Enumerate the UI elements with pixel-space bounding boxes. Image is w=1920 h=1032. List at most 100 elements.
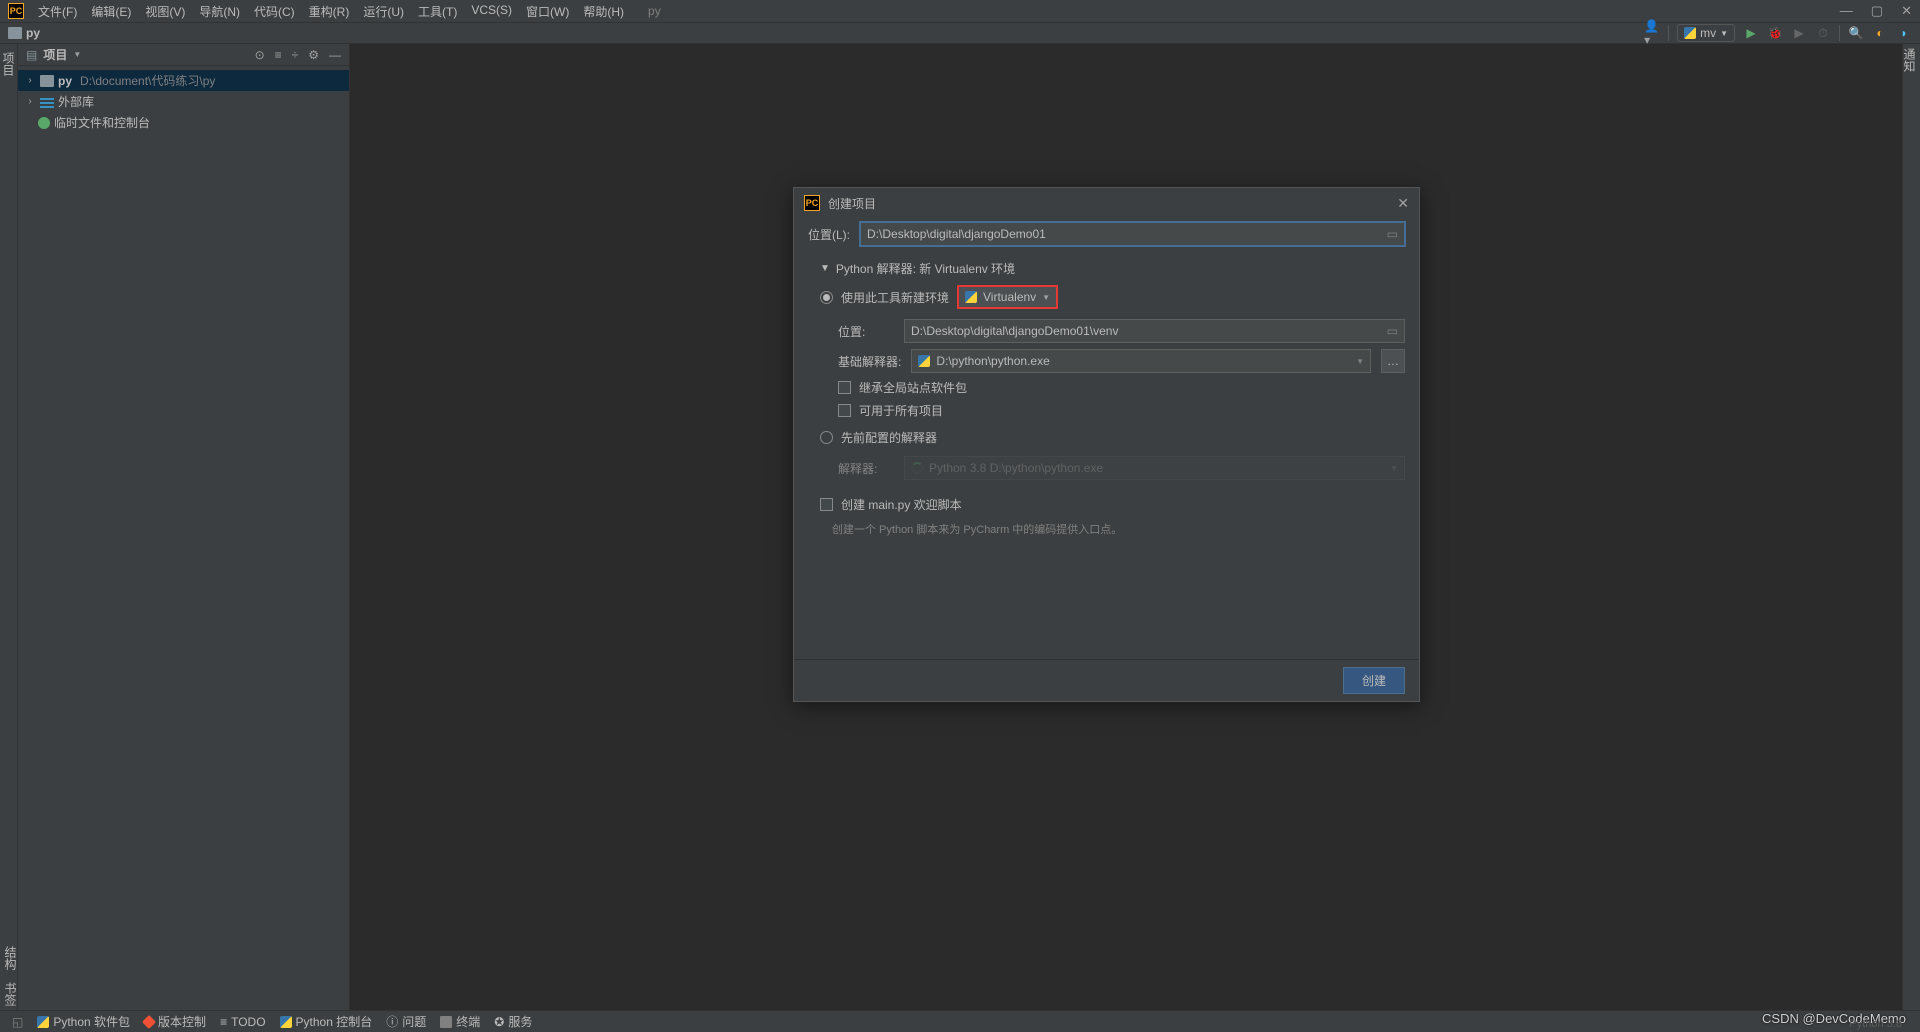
project-tool-window: ▤ 项目 ▼ ⊙ ≡ ÷ ⚙ — › py D:\document\代码练习\p… — [18, 44, 350, 1010]
main-area: 项目 ▤ 项目 ▼ ⊙ ≡ ÷ ⚙ — › py D:\document\代码练… — [0, 44, 1920, 1010]
menu-window[interactable]: 窗口(W) — [520, 1, 575, 22]
app-icon: PC — [804, 195, 820, 211]
browse-icon[interactable]: ▭ — [1387, 227, 1398, 241]
python-icon — [1684, 27, 1696, 39]
interpreter-section-header[interactable]: ▼ Python 解释器: 新 Virtualenv 环境 — [820, 260, 1405, 277]
left-bottom-side-tabs: 结构 书签 — [2, 946, 19, 1006]
location-input[interactable]: D:\Desktop\digital\djangoDemo01 ▭ — [860, 222, 1405, 246]
side-tab-project[interactable]: 项目 — [0, 52, 17, 76]
tool-window-button[interactable]: ◱ — [12, 1015, 23, 1029]
python-icon — [918, 355, 930, 367]
status-vcs[interactable]: 版本控制 — [144, 1013, 206, 1030]
debug-icon[interactable]: 🐞 — [1767, 25, 1783, 41]
menu-refactor[interactable]: 重构(R) — [303, 1, 356, 22]
status-problems[interactable]: ⓘ 问题 — [386, 1013, 426, 1030]
side-tab-structure[interactable]: 结构 — [2, 946, 19, 970]
browse-button[interactable]: … — [1381, 349, 1405, 373]
status-services[interactable]: ✪ 服务 — [494, 1013, 532, 1030]
chevron-right-icon[interactable]: › — [24, 96, 36, 107]
interpreter-section-title: Python 解释器: 新 Virtualenv 环境 — [836, 260, 1015, 277]
status-python-console[interactable]: Python 控制台 — [280, 1013, 373, 1030]
welcome-script-row: 创建 main.py 欢迎脚本 — [820, 496, 1405, 513]
menu-tools[interactable]: 工具(T) — [412, 1, 463, 22]
menu-edit[interactable]: 编辑(E) — [85, 1, 137, 22]
right-tool-gutter — [1902, 44, 1920, 1010]
close-icon[interactable]: ✕ — [1397, 195, 1409, 212]
venv-location-label: 位置: — [838, 323, 894, 340]
checkbox-all-projects[interactable] — [838, 404, 851, 417]
add-user-icon[interactable]: 👤▾ — [1644, 25, 1660, 41]
breadcrumb-root[interactable]: py — [26, 26, 40, 40]
menu-run[interactable]: 运行(U) — [357, 1, 410, 22]
tree-root-item[interactable]: › py D:\document\代码练习\py — [18, 70, 349, 91]
side-tab-bookmarks[interactable]: 书签 — [2, 982, 19, 1006]
radio-new-env[interactable] — [820, 291, 833, 304]
chevron-down-icon: ▼ — [820, 263, 830, 274]
run-icon[interactable]: ▶ — [1743, 25, 1759, 41]
python-icon — [965, 291, 977, 303]
status-terminal[interactable]: 终端 — [440, 1013, 480, 1030]
run-config-name: mv — [1700, 26, 1716, 40]
gear-icon[interactable]: ⚙ — [308, 48, 319, 62]
profile-icon[interactable]: ⏱ — [1815, 25, 1831, 41]
run-coverage-icon[interactable]: ▶ — [1791, 25, 1807, 41]
todo-icon: ≡ — [220, 1015, 227, 1029]
tree-root-label: py — [58, 74, 72, 88]
existing-interpreter-select: Python 3.8 D:\python\python.exe ▼ — [904, 456, 1405, 480]
checkbox-inherit[interactable] — [838, 381, 851, 394]
create-button[interactable]: 创建 — [1343, 667, 1405, 694]
titlebar-project-name: py — [648, 4, 661, 18]
chevron-down-icon: ▼ — [1720, 29, 1728, 38]
project-panel-title: 项目 — [43, 46, 67, 63]
terminal-icon — [440, 1016, 452, 1028]
menu-navigate[interactable]: 导航(N) — [193, 1, 246, 22]
chevron-down-icon[interactable]: ▼ — [73, 50, 81, 59]
project-view-icon: ▤ — [26, 48, 37, 62]
collapse-all-icon[interactable]: ÷ — [292, 48, 299, 62]
radio-existing-env[interactable] — [820, 431, 833, 444]
browse-icon[interactable]: ▭ — [1387, 324, 1398, 338]
toolbar-right: 👤▾ mv ▼ ▶ 🐞 ▶ ⏱ 🔍 ◐ ◗ — [1644, 24, 1912, 42]
menu-view[interactable]: 视图(V) — [139, 1, 191, 22]
menu-vcs[interactable]: VCS(S) — [465, 1, 518, 22]
new-env-radio-row: 使用此工具新建环境 Virtualenv ▼ — [820, 285, 1405, 309]
tree-external-lib[interactable]: › 外部库 — [18, 91, 349, 112]
hide-icon[interactable]: — — [329, 48, 341, 62]
dialog-footer: 创建 — [794, 659, 1419, 701]
location-label: 位置(L): — [808, 226, 850, 243]
problems-icon: ⓘ — [386, 1013, 398, 1030]
maximize-icon[interactable]: ▢ — [1871, 3, 1883, 19]
base-interpreter-select[interactable]: D:\python\python.exe ▼ — [911, 349, 1371, 373]
close-icon[interactable]: ✕ — [1901, 3, 1912, 19]
minimize-icon[interactable]: — — [1840, 3, 1853, 19]
ide-settings-icon[interactable]: ◐ — [1872, 25, 1888, 41]
scratch-icon — [38, 117, 50, 129]
menu-file[interactable]: 文件(F) — [32, 1, 83, 22]
run-config-selector[interactable]: mv ▼ — [1677, 24, 1735, 42]
folder-icon — [8, 27, 22, 39]
chevron-right-icon[interactable]: › — [24, 75, 36, 86]
code-with-me-icon[interactable]: ◗ — [1896, 25, 1912, 41]
left-tool-gutter: 项目 — [0, 44, 18, 1010]
menu-code[interactable]: 代码(C) — [248, 1, 301, 22]
expand-all-icon[interactable]: ≡ — [275, 48, 282, 62]
menu-bar: 文件(F) 编辑(E) 视图(V) 导航(N) 代码(C) 重构(R) 运行(U… — [32, 1, 630, 22]
location-row: 位置(L): D:\Desktop\digital\djangoDemo01 ▭ — [808, 222, 1405, 246]
new-project-dialog: PC 创建项目 ✕ 位置(L): D:\Desktop\digital\djan… — [793, 187, 1420, 702]
tree-scratches[interactable]: 临时文件和控制台 — [18, 112, 349, 133]
status-python-packages[interactable]: Python 软件包 — [37, 1013, 130, 1030]
new-env-options: 位置: D:\Desktop\digital\djangoDemo01\venv… — [838, 319, 1405, 419]
separator — [1839, 25, 1840, 41]
menu-help[interactable]: 帮助(H) — [577, 1, 630, 22]
radio-existing-env-label: 先前配置的解释器 — [841, 429, 937, 446]
chevron-down-icon: ▼ — [1390, 464, 1398, 473]
env-tool-select[interactable]: Virtualenv ▼ — [957, 285, 1058, 309]
git-icon — [142, 1014, 156, 1028]
library-icon — [40, 96, 54, 108]
status-todo[interactable]: ≡ TODO — [220, 1015, 265, 1029]
locate-icon[interactable]: ⊙ — [255, 48, 265, 62]
side-tab-notifications[interactable]: 通知 — [1902, 48, 1916, 72]
search-icon[interactable]: 🔍 — [1848, 25, 1864, 41]
checkbox-welcome-script[interactable] — [820, 498, 833, 511]
venv-location-input[interactable]: D:\Desktop\digital\djangoDemo01\venv ▭ — [904, 319, 1405, 343]
